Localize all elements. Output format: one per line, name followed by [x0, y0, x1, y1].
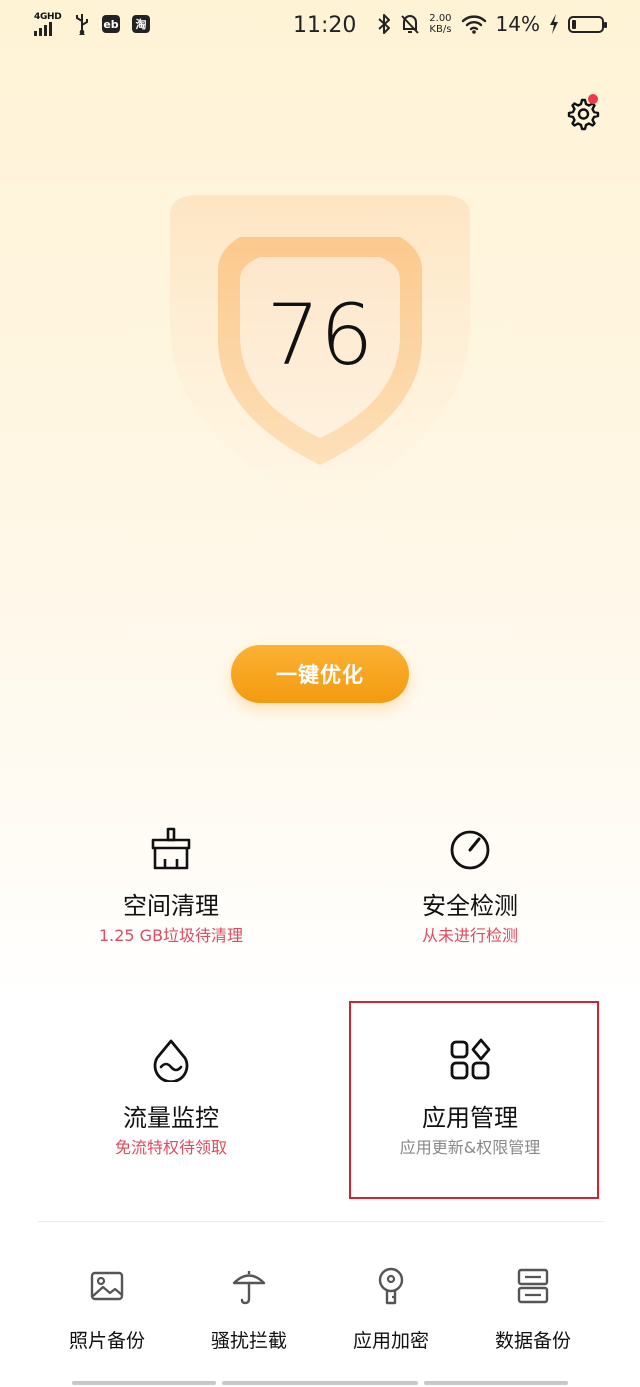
- tile-subtitle: 应用更新&权限管理: [399, 1138, 541, 1157]
- security-check-tile[interactable]: 安全检测 从未进行检测: [345, 826, 595, 1016]
- signal-icon: 4GHD: [34, 12, 62, 36]
- database-icon: [517, 1268, 549, 1304]
- health-score: 76: [266, 286, 374, 384]
- bottom-item-label: 应用加密: [352, 1330, 429, 1352]
- photo-backup-button[interactable]: 照片备份: [42, 1266, 172, 1366]
- tile-subtitle: 从未进行检测: [421, 926, 518, 945]
- umbrella-icon: [232, 1271, 266, 1305]
- status-bar: 4GHD eb 淘 11:20 2.00 KB/s 14%: [0, 0, 640, 52]
- app-notification-icon: eb: [102, 15, 120, 33]
- app-management-tile[interactable]: 应用管理 应用更新&权限管理: [345, 1038, 595, 1228]
- spam-block-button[interactable]: 骚扰拦截: [184, 1266, 314, 1366]
- photo-icon: [90, 1271, 124, 1301]
- divider: [38, 1221, 604, 1222]
- usb-icon: [76, 14, 88, 35]
- bluetooth-icon: [378, 14, 391, 34]
- wifi-icon: [461, 15, 486, 34]
- scroll-indicator: [72, 1381, 216, 1385]
- tile-title: 空间清理: [123, 892, 219, 920]
- broom-icon: [151, 827, 191, 870]
- tile-title: 安全检测: [422, 892, 518, 920]
- network-speed: 2.00 KB/s: [429, 13, 451, 35]
- key-lock-icon: [378, 1267, 404, 1305]
- battery-icon: [568, 15, 607, 33]
- apps-grid-icon: [450, 1038, 491, 1080]
- data-monitor-tile[interactable]: 流量监控 免流特权待领取: [46, 1038, 296, 1228]
- scroll-indicator: [222, 1381, 418, 1385]
- gauge-icon: [450, 830, 490, 870]
- clock: 11:20: [293, 13, 357, 38]
- charging-icon: [550, 14, 558, 34]
- optimize-button[interactable]: 一键优化: [231, 645, 409, 703]
- network-type: 4GHD: [34, 12, 62, 22]
- bottom-item-label: 骚扰拦截: [210, 1330, 287, 1352]
- taobao-notification-icon: 淘: [132, 15, 150, 33]
- speed-unit: KB/s: [429, 24, 452, 35]
- tile-subtitle: 1.25 GB垃圾待清理: [98, 926, 244, 945]
- settings-button[interactable]: [564, 94, 600, 132]
- space-cleanup-tile[interactable]: 空间清理 1.25 GB垃圾待清理: [46, 826, 296, 1016]
- bottom-item-label: 数据备份: [494, 1330, 571, 1352]
- mute-bell-icon: [401, 15, 420, 34]
- tile-subtitle: 免流特权待领取: [114, 1138, 227, 1157]
- tile-title: 应用管理: [422, 1104, 518, 1132]
- bottom-item-label: 照片备份: [68, 1330, 145, 1352]
- water-drop-icon: [153, 1039, 189, 1082]
- app-lock-button[interactable]: 应用加密: [326, 1266, 456, 1366]
- notification-dot: [588, 94, 598, 104]
- data-backup-button[interactable]: 数据备份: [468, 1266, 598, 1366]
- scroll-indicator: [424, 1381, 568, 1385]
- battery-percent: 14%: [495, 12, 540, 36]
- speed-value: 2.00: [429, 13, 452, 24]
- tile-title: 流量监控: [123, 1104, 219, 1132]
